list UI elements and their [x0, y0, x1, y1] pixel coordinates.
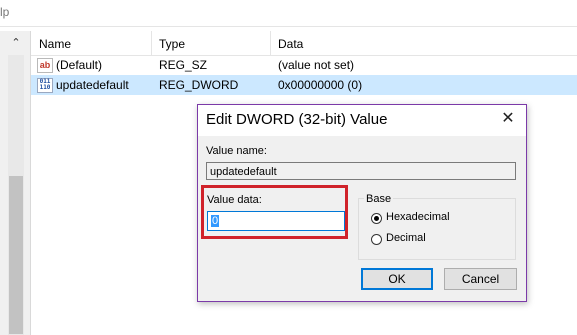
- hexadecimal-label[interactable]: Hexadecimal: [386, 211, 450, 223]
- value-data: 0x00000000 (0): [278, 78, 363, 92]
- list-header: Name Type Data: [31, 31, 577, 56]
- value-name: updatedefault: [56, 78, 129, 92]
- value-type: REG_SZ: [159, 58, 208, 72]
- column-header-data[interactable]: Data: [278, 37, 303, 51]
- decimal-radio[interactable]: [371, 234, 382, 245]
- close-icon[interactable]: ✕: [498, 109, 518, 129]
- dialog-title: Edit DWORD (32-bit) Value: [206, 111, 388, 128]
- key-tree-pane[interactable]: ⌃: [0, 31, 31, 335]
- column-separator[interactable]: [270, 31, 271, 55]
- value-type: REG_DWORD: [159, 78, 239, 92]
- list-item[interactable]: ab (Default) REG_SZ (value not set): [31, 55, 577, 75]
- value-data-label: Value data:: [207, 194, 262, 206]
- menu-help-fragment[interactable]: lp: [0, 5, 9, 19]
- scroll-up-arrow-icon[interactable]: ⌃: [8, 33, 24, 53]
- cancel-button[interactable]: Cancel: [444, 268, 517, 290]
- binary-value-icon: 011 110: [37, 78, 53, 93]
- ok-button[interactable]: OK: [361, 268, 433, 290]
- dialog-titlebar[interactable]: Edit DWORD (32-bit) Value ✕: [198, 105, 526, 136]
- base-groupbox: [358, 198, 516, 260]
- value-data-input[interactable]: 0: [207, 211, 345, 231]
- value-data-text: 0: [211, 215, 220, 227]
- menubar: lp: [0, 0, 577, 27]
- list-item[interactable]: 011 110 updatedefault REG_DWORD 0x0000000…: [31, 75, 577, 95]
- decimal-label[interactable]: Decimal: [386, 232, 426, 244]
- value-name-label: Value name:: [206, 145, 267, 157]
- column-separator[interactable]: [151, 31, 152, 55]
- edit-dword-dialog: Edit DWORD (32-bit) Value ✕ Value name: …: [197, 104, 527, 302]
- string-value-icon: ab: [37, 58, 53, 73]
- value-data: (value not set): [278, 58, 355, 72]
- column-header-name[interactable]: Name: [39, 37, 71, 51]
- scrollbar-thumb[interactable]: [9, 176, 23, 334]
- column-header-type[interactable]: Type: [159, 37, 185, 51]
- hexadecimal-radio[interactable]: [371, 213, 382, 224]
- value-name-field: updatedefault: [206, 162, 516, 180]
- base-label: Base: [364, 193, 394, 205]
- value-name: (Default): [56, 58, 103, 72]
